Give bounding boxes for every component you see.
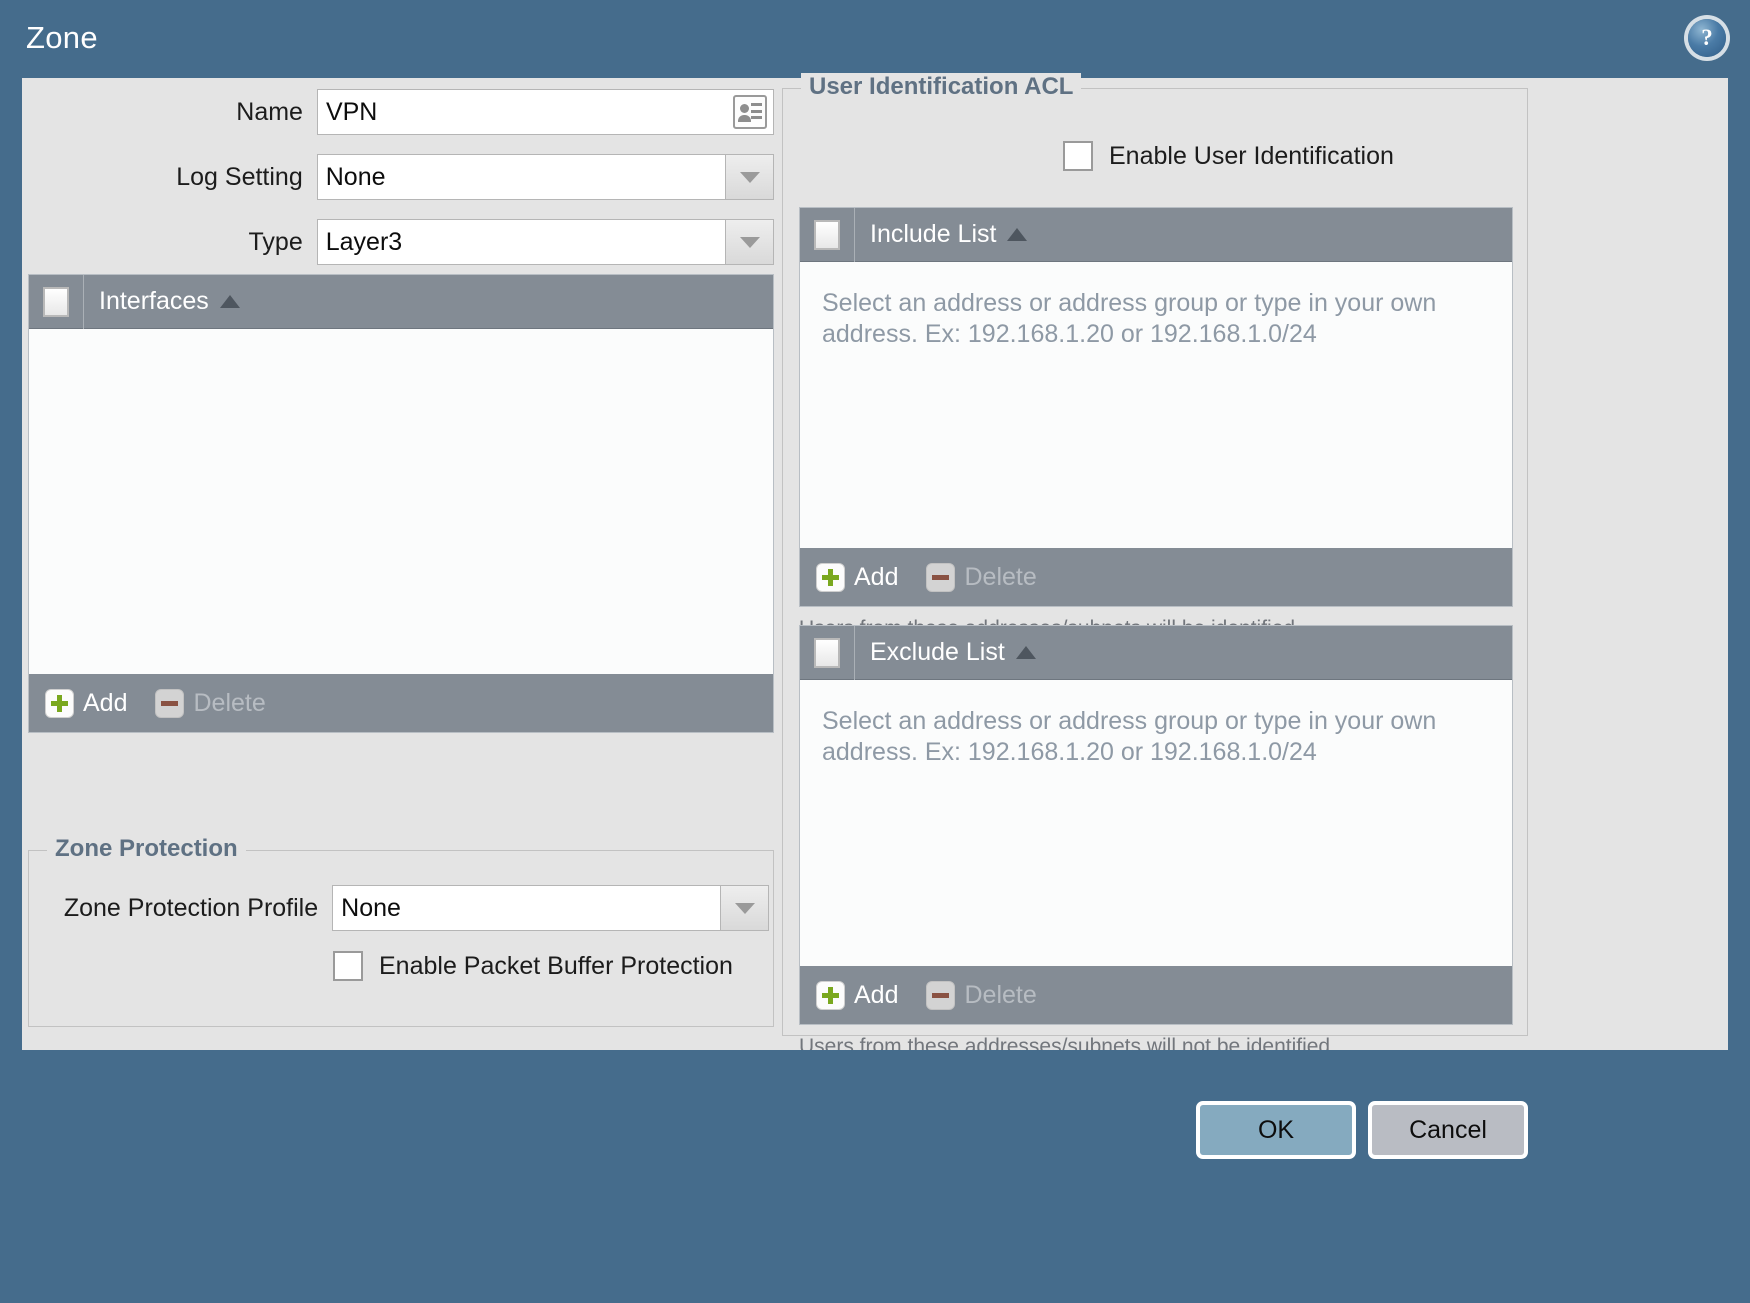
plus-icon — [45, 688, 74, 718]
exclude-list-delete-label: Delete — [964, 980, 1037, 1009]
include-list-panel: Include List Select an address or addres… — [799, 207, 1513, 607]
exclude-list-delete-button[interactable]: Delete — [926, 980, 1037, 1010]
packet-buffer-protection-label: Enable Packet Buffer Protection — [379, 951, 733, 980]
exclude-list-grid-body[interactable]: Select an address or address group or ty… — [800, 680, 1512, 966]
interfaces-grid-body[interactable] — [29, 329, 773, 674]
exclude-list-toolbar: Add Delete — [800, 966, 1512, 1024]
include-list-select-all-checkbox[interactable] — [814, 219, 840, 250]
zone-protection-profile-row: Zone Protection Profile None — [29, 885, 769, 931]
minus-icon — [926, 562, 956, 592]
dialog-body: Name VPN Log Setting None Type Layer3 In… — [22, 73, 1728, 1058]
sort-ascending-icon[interactable] — [1007, 228, 1028, 241]
type-value: Layer3 — [325, 227, 403, 256]
include-list-grid-header: Include List — [800, 207, 1512, 262]
interfaces-grid-header: Interfaces — [29, 274, 773, 329]
enable-user-identification-row: Enable User Identification — [1063, 141, 1394, 171]
exclude-list-column-header[interactable]: Exclude List — [855, 638, 1036, 667]
address-book-icon[interactable] — [733, 95, 767, 129]
zone-protection-profile-select[interactable]: None — [332, 885, 721, 931]
packet-buffer-protection-checkbox[interactable] — [333, 951, 363, 981]
minus-icon — [926, 980, 956, 1010]
plus-icon — [816, 980, 845, 1010]
interfaces-column-label: Interfaces — [99, 287, 209, 315]
chevron-down-icon[interactable] — [726, 154, 774, 200]
include-list-select-all-cell — [800, 207, 855, 262]
help-circle-icon[interactable]: ? — [1688, 19, 1726, 57]
interfaces-delete-label: Delete — [193, 688, 266, 717]
page-title: Zone — [26, 20, 98, 55]
include-list-delete-label: Delete — [964, 562, 1037, 591]
ok-button[interactable]: OK — [1196, 1101, 1356, 1159]
interfaces-delete-button[interactable]: Delete — [155, 688, 266, 718]
plus-icon — [816, 562, 845, 592]
interfaces-add-button[interactable]: Add — [45, 688, 128, 718]
type-label: Type — [248, 227, 303, 256]
chevron-down-icon[interactable] — [726, 219, 774, 265]
include-list-grid-body[interactable]: Select an address or address group or ty… — [800, 262, 1512, 548]
log-setting-label: Log Setting — [176, 162, 303, 191]
dialog-titlebar: Zone ? — [0, 0, 1750, 78]
name-field-row: Name VPN — [22, 89, 774, 135]
packet-buffer-protection-row: Enable Packet Buffer Protection — [333, 951, 733, 981]
enable-user-identification-label: Enable User Identification — [1109, 141, 1394, 170]
user-identification-acl-legend: User Identification ACL — [801, 73, 1082, 101]
enable-user-identification-checkbox[interactable] — [1063, 141, 1093, 171]
interfaces-column-header[interactable]: Interfaces — [84, 287, 240, 316]
type-select[interactable]: Layer3 — [316, 219, 726, 265]
exclude-list-add-label: Add — [854, 980, 899, 1009]
log-setting-field-row: Log Setting None — [22, 154, 774, 200]
interfaces-add-label: Add — [83, 688, 128, 717]
cancel-button[interactable]: Cancel — [1368, 1101, 1528, 1159]
dialog-footer: OK Cancel — [0, 1050, 1750, 1303]
interfaces-select-all-checkbox[interactable] — [43, 286, 69, 317]
zone-protection-profile-value: None — [341, 893, 401, 922]
interfaces-panel: Interfaces Add Delete — [28, 274, 774, 733]
interfaces-toolbar: Add Delete — [29, 674, 773, 732]
type-field-row: Type Layer3 — [22, 219, 774, 265]
log-setting-value: None — [325, 162, 386, 191]
exclude-list-placeholder: Select an address or address group or ty… — [822, 707, 1437, 766]
chevron-down-icon[interactable] — [721, 885, 769, 931]
name-input-value: VPN — [325, 97, 378, 126]
left-column: Name VPN Log Setting None Type Layer3 In… — [22, 78, 782, 1050]
right-column: User Identification ACL Enable User Iden… — [782, 73, 1728, 1058]
help-glyph: ? — [1701, 25, 1713, 50]
sort-ascending-icon[interactable] — [219, 295, 240, 308]
zone-protection-fieldset: Zone Protection Zone Protection Profile … — [28, 835, 774, 1027]
include-list-add-label: Add — [854, 562, 899, 591]
user-identification-acl-fieldset: User Identification ACL Enable User Iden… — [782, 73, 1528, 1058]
zone-dialog: Zone ? Name VPN Log Setting None Type La… — [0, 0, 1750, 1303]
exclude-list-grid-header: Exclude List — [800, 625, 1512, 680]
log-setting-select[interactable]: None — [316, 154, 726, 200]
include-list-placeholder: Select an address or address group or ty… — [822, 289, 1437, 348]
include-list-column-label: Include List — [870, 220, 997, 248]
minus-icon — [155, 688, 185, 718]
zone-protection-legend: Zone Protection — [47, 835, 246, 863]
zone-protection-profile-label: Zone Protection Profile — [63, 893, 319, 922]
exclude-list-column-label: Exclude List — [870, 638, 1005, 666]
exclude-list-select-all-cell — [800, 625, 855, 680]
include-list-delete-button[interactable]: Delete — [926, 562, 1037, 592]
exclude-list-add-button[interactable]: Add — [816, 980, 899, 1010]
sort-ascending-icon[interactable] — [1015, 646, 1036, 659]
name-label: Name — [236, 97, 303, 126]
include-list-column-header[interactable]: Include List — [855, 220, 1028, 249]
exclude-list-panel: Exclude List Select an address or addres… — [799, 625, 1513, 1025]
include-list-toolbar: Add Delete — [800, 548, 1512, 606]
name-input[interactable]: VPN — [316, 89, 774, 135]
exclude-list-select-all-checkbox[interactable] — [814, 637, 840, 668]
address-book-lines — [751, 103, 762, 123]
interfaces-select-all-cell — [29, 274, 84, 329]
include-list-add-button[interactable]: Add — [816, 562, 899, 592]
